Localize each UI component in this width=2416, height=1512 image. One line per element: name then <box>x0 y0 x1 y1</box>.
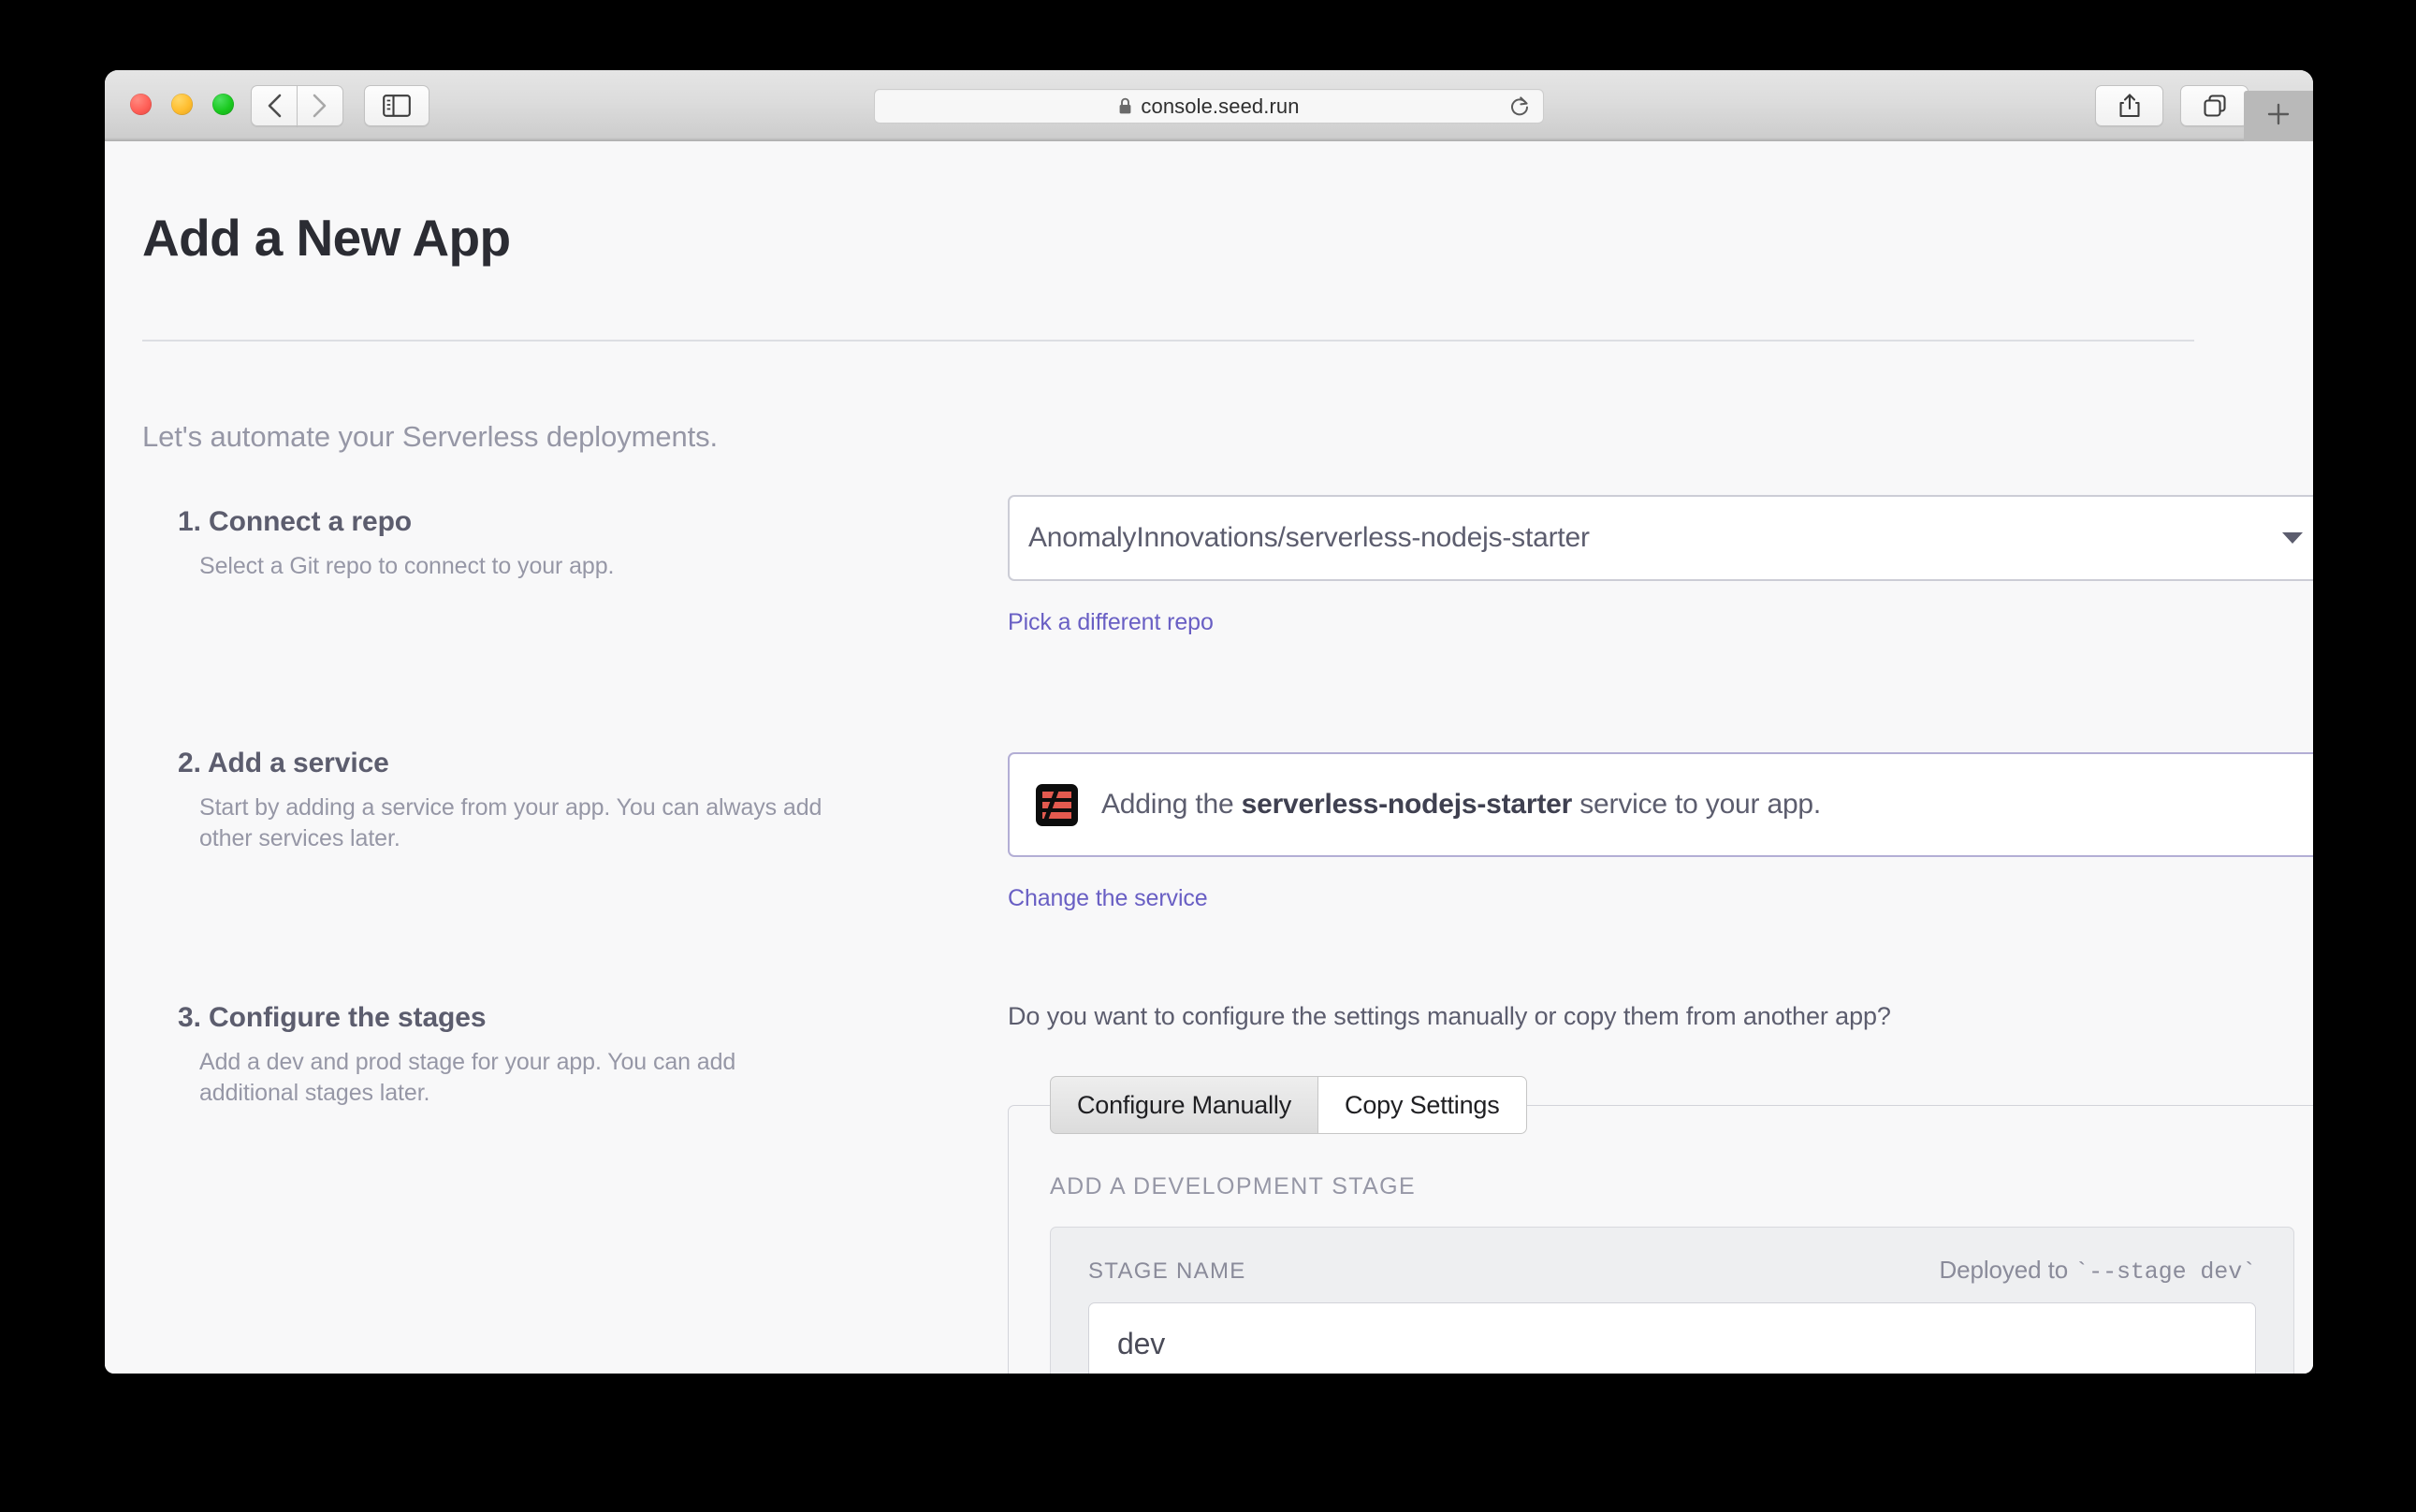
tab-configure-manually[interactable]: Configure Manually <box>1050 1076 1318 1134</box>
step-2-content: Adding the serverless-nodejs-starter ser… <box>1008 752 2313 912</box>
pick-different-repo-link[interactable]: Pick a different repo <box>1008 609 1214 636</box>
minimize-window-button[interactable] <box>171 94 193 115</box>
service-banner: Adding the serverless-nodejs-starter ser… <box>1008 752 2313 857</box>
address-bar-url: console.seed.run <box>1141 94 1300 118</box>
deployed-to-hint: Deployed to `--stage dev` <box>1939 1256 2256 1286</box>
address-bar[interactable]: console.seed.run <box>874 89 1544 124</box>
browser-window: console.seed.run Add a New App Let's aut… <box>105 70 2313 1374</box>
forward-button[interactable] <box>297 85 343 126</box>
step-1-heading: 1. Connect a repo <box>178 506 413 537</box>
chevron-right-icon <box>312 93 328 119</box>
plus-icon <box>2264 100 2292 133</box>
page-subtitle: Let's automate your Serverless deploymen… <box>142 420 719 453</box>
stage-config-tabs: Configure Manually Copy Settings <box>1050 1076 1527 1134</box>
window-traffic-lights <box>130 94 234 115</box>
service-banner-text: Adding the serverless-nodejs-starter ser… <box>1101 789 1821 821</box>
title-divider <box>142 340 2194 342</box>
close-window-button[interactable] <box>130 94 152 115</box>
share-button[interactable] <box>2095 85 2163 126</box>
stage-config-question: Do you want to configure the settings ma… <box>1008 1002 1891 1030</box>
show-all-tabs-icon <box>2203 94 2227 118</box>
page-title: Add a New App <box>142 209 511 267</box>
chevron-left-icon <box>266 93 283 119</box>
step-3-content: Do you want to configure the settings ma… <box>1008 1002 2313 1374</box>
step-3-heading: 3. Configure the stages <box>178 1002 487 1033</box>
zoom-window-button[interactable] <box>212 94 234 115</box>
step-1-description: Select a Git repo to connect to your app… <box>199 553 615 579</box>
repo-select[interactable]: AnomalyInnovations/serverless-nodejs-sta… <box>1008 495 2313 581</box>
step-3-description: Add a dev and prod stage for your app. Y… <box>199 1049 736 1107</box>
stage-name-row: STAGE NAME Deployed to `--stage dev` <box>1088 1256 2256 1286</box>
browser-titlebar: console.seed.run <box>105 70 2313 141</box>
back-button[interactable] <box>251 85 298 126</box>
service-text-after: service to your app. <box>1572 789 1822 820</box>
change-service-link[interactable]: Change the service <box>1008 885 1208 912</box>
deployed-to-prefix: Deployed to <box>1939 1256 2075 1284</box>
repo-select-value: AnomalyInnovations/serverless-nodejs-sta… <box>1028 522 1590 553</box>
lock-icon <box>1118 97 1132 115</box>
sidebar-toggle-icon <box>383 94 411 117</box>
step-1-label: 1. Connect a repo Select a Git repo to c… <box>178 506 833 582</box>
page-content: Add a New App Let's automate your Server… <box>105 141 2313 1374</box>
step-2-description: Start by adding a service from your app.… <box>199 794 822 852</box>
show-all-tabs-button[interactable] <box>2180 85 2249 126</box>
new-tab-button[interactable] <box>2244 91 2313 141</box>
step-3-label: 3. Configure the stages Add a dev and pr… <box>178 1002 833 1110</box>
chevron-down-icon <box>2282 532 2303 544</box>
add-development-stage-heading: ADD A DEVELOPMENT STAGE <box>1050 1173 1417 1199</box>
sidebar-toggle-button[interactable] <box>364 85 429 126</box>
step-1-content: AnomalyInnovations/serverless-nodejs-sta… <box>1008 495 2313 636</box>
service-name: serverless-nodejs-starter <box>1241 789 1573 820</box>
share-icon <box>2118 93 2141 119</box>
deployed-to-code: `--stage dev` <box>2074 1258 2256 1286</box>
development-stage-card: STAGE NAME Deployed to `--stage dev` AWS… <box>1050 1227 2294 1374</box>
stage-name-label: STAGE NAME <box>1088 1258 1246 1284</box>
reload-icon[interactable] <box>1509 95 1530 118</box>
stage-config-panel: ADD A DEVELOPMENT STAGE STAGE NAME Deplo… <box>1008 1105 2313 1374</box>
step-2-label: 2. Add a service Start by adding a servi… <box>178 748 833 855</box>
serverless-framework-icon <box>1036 783 1078 826</box>
stage-name-input[interactable] <box>1088 1302 2256 1374</box>
service-text-before: Adding the <box>1101 789 1242 820</box>
step-2-heading: 2. Add a service <box>178 748 389 778</box>
tab-copy-settings[interactable]: Copy Settings <box>1317 1076 1527 1134</box>
